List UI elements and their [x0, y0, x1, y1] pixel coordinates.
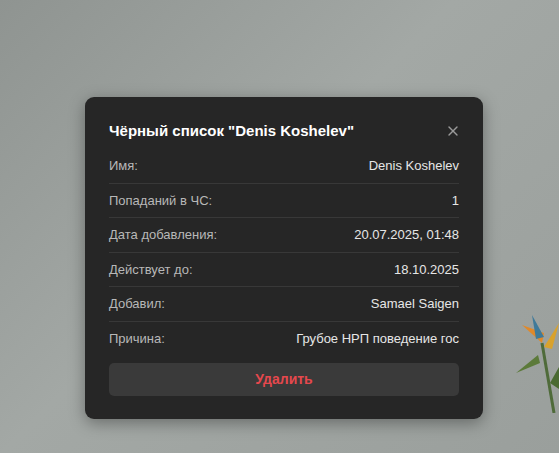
info-list: Имя: Denis Koshelev Попаданий в ЧС: 1 Дата д… [109, 149, 459, 356]
info-row: Имя: Denis Koshelev [109, 149, 459, 184]
info-value: Denis Koshelev [369, 156, 459, 176]
blacklist-dialog: Чёрный список "Denis Koshelev" Имя: Denis … [85, 97, 483, 419]
info-label: Дата добавления: [109, 225, 217, 245]
info-value: 18.10.2025 [394, 260, 459, 280]
info-label: Причина: [109, 329, 165, 349]
delete-button[interactable]: Удалить [109, 363, 459, 396]
close-button[interactable] [445, 123, 461, 139]
dialog-header: Чёрный список "Denis Koshelev" [109, 119, 459, 143]
info-row: Причина: Грубое НРП поведение гос [109, 322, 459, 357]
dialog-title: Чёрный список "Denis Koshelev" [109, 122, 354, 141]
game-screen: Чёрный список "Denis Koshelev" Имя: Denis … [0, 0, 559, 453]
info-label: Имя: [109, 156, 138, 176]
info-row: Добавил: Samael Saigen [109, 287, 459, 322]
info-value: Samael Saigen [371, 294, 459, 314]
info-label: Попаданий в ЧС: [109, 191, 212, 211]
plant-icon [514, 303, 559, 413]
close-icon[interactable] [445, 123, 461, 139]
info-value: 20.07.2025, 01:48 [354, 225, 459, 245]
info-row: Действует до: 18.10.2025 [109, 253, 459, 288]
info-row: Дата добавления: 20.07.2025, 01:48 [109, 218, 459, 253]
info-label: Добавил: [109, 294, 165, 314]
info-label: Действует до: [109, 260, 193, 280]
info-value: Грубое НРП поведение гос [296, 329, 459, 349]
info-value: 1 [452, 191, 459, 211]
info-row: Попаданий в ЧС: 1 [109, 184, 459, 219]
